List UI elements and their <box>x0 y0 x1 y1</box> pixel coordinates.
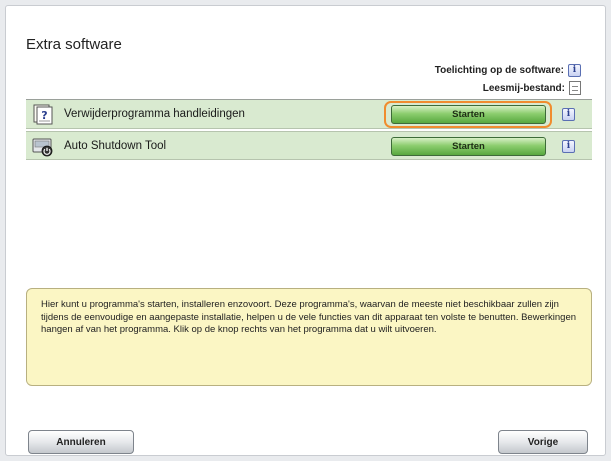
info-icon[interactable]: i <box>562 108 575 121</box>
start-auto-shutdown-button[interactable]: Starten <box>391 137 546 156</box>
svg-text:?: ? <box>41 109 47 122</box>
program-row-uninstall-manuals: ? Verwijderprogramma handleidingen Start… <box>26 100 592 129</box>
uninstall-manual-icon: ? <box>33 104 53 125</box>
program-name: Auto Shutdown Tool <box>64 140 167 152</box>
readme-legend-label: Leesmij-bestand: <box>482 82 565 94</box>
start-uninstall-manuals-button[interactable]: Starten <box>391 105 546 124</box>
shutdown-tool-icon <box>32 138 53 157</box>
page-title: Extra software <box>26 36 122 53</box>
info-icon: i <box>568 64 581 77</box>
help-text-box: Hier kunt u programma's starten, install… <box>26 288 592 386</box>
info-icon[interactable]: i <box>562 140 575 153</box>
extra-software-window: Extra software Toelichting op de softwar… <box>5 5 606 456</box>
cancel-button[interactable]: Annuleren <box>28 430 134 454</box>
readme-legend: Leesmij-bestand: <box>483 81 581 95</box>
back-button[interactable]: Vorige <box>498 430 588 454</box>
program-row-auto-shutdown: Auto Shutdown Tool Starten i <box>26 131 592 160</box>
program-name: Verwijderprogramma handleidingen <box>64 108 245 120</box>
readme-file-icon <box>569 81 581 95</box>
software-info-legend: Toelichting op de software: i <box>435 64 581 77</box>
software-info-legend-label: Toelichting op de software: <box>434 65 564 76</box>
program-list: ? Verwijderprogramma handleidingen Start… <box>26 99 592 160</box>
help-text: Hier kunt u programma's starten, install… <box>41 299 577 335</box>
